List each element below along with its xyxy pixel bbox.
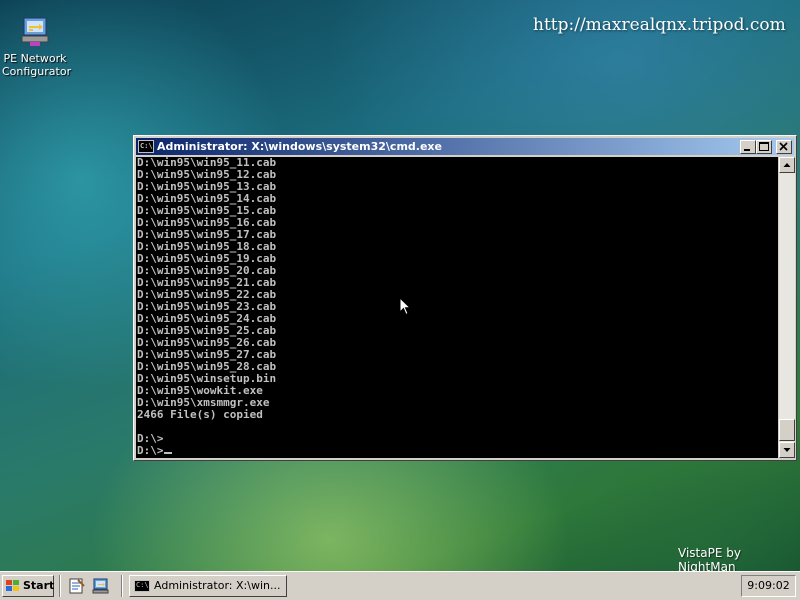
- console-line: D:\>: [137, 432, 164, 445]
- cmd-window[interactable]: C:\ Administrator: X:\windows\system32\c…: [133, 135, 797, 461]
- vertical-scrollbar[interactable]: [779, 157, 795, 458]
- taskbar-item-label: Administrator: X:\win...: [154, 579, 281, 592]
- console-output[interactable]: D:\win95\win95_11.cab D:\win95\win95_12.…: [136, 157, 778, 458]
- network-icon[interactable]: [92, 577, 110, 595]
- cmd-icon: C:\: [134, 580, 150, 592]
- network-configurator-icon: [19, 16, 51, 48]
- desktop-icon-label-line1: PE Network: [3, 52, 67, 65]
- minimize-button[interactable]: [740, 140, 756, 154]
- taskbar-item-cmd[interactable]: C:\ Administrator: X:\win...: [129, 575, 287, 597]
- maximize-icon: [759, 142, 769, 151]
- maximize-button[interactable]: [756, 140, 772, 154]
- cmd-window-title: Administrator: X:\windows\system32\cmd.e…: [157, 140, 442, 153]
- scroll-down-icon: [783, 448, 791, 452]
- system-tray-clock[interactable]: 9:09:02: [741, 575, 796, 597]
- start-button-label: Start: [23, 579, 55, 592]
- scrollbar-thumb[interactable]: [779, 419, 795, 441]
- desktop-watermark-url: http://maxrealqnx.tripod.com: [533, 15, 786, 35]
- console-prompt-line[interactable]: D:\>: [137, 445, 778, 457]
- scroll-down-button[interactable]: [779, 442, 795, 458]
- task-icon-text: C:\: [136, 581, 149, 589]
- start-button[interactable]: Start: [2, 575, 54, 597]
- cmd-window-titlebar[interactable]: C:\ Administrator: X:\windows\system32\c…: [136, 138, 794, 155]
- notepad-icon[interactable]: [68, 577, 86, 595]
- mouse-pointer-icon: [399, 297, 411, 316]
- scroll-up-icon: [783, 163, 791, 167]
- windows-logo-icon: [6, 580, 19, 591]
- text-cursor: [163, 452, 172, 454]
- desktop-icon-pe-network-configurator[interactable]: PE Network Configurator: [2, 16, 72, 78]
- close-icon: [779, 142, 788, 151]
- taskbar-separator: [121, 575, 123, 597]
- cmd-icon-text: C:\: [140, 142, 153, 150]
- close-button[interactable]: [776, 140, 792, 154]
- minimize-icon: [744, 149, 750, 151]
- desktop-brand-text: VistaPE by NightMan: [678, 546, 741, 574]
- taskbar-separator: [59, 575, 61, 597]
- taskbar: Start C:\ Administrator: X:\win... 9:09:…: [0, 571, 800, 600]
- desktop-icon-label-line2: Configurator: [2, 65, 72, 78]
- console-line: 2466 File(s) copied: [137, 408, 263, 421]
- scroll-up-button[interactable]: [779, 157, 795, 173]
- cmd-icon[interactable]: C:\: [138, 140, 154, 153]
- clock-text: 9:09:02: [747, 579, 790, 592]
- console-prompt: D:\>: [137, 444, 164, 457]
